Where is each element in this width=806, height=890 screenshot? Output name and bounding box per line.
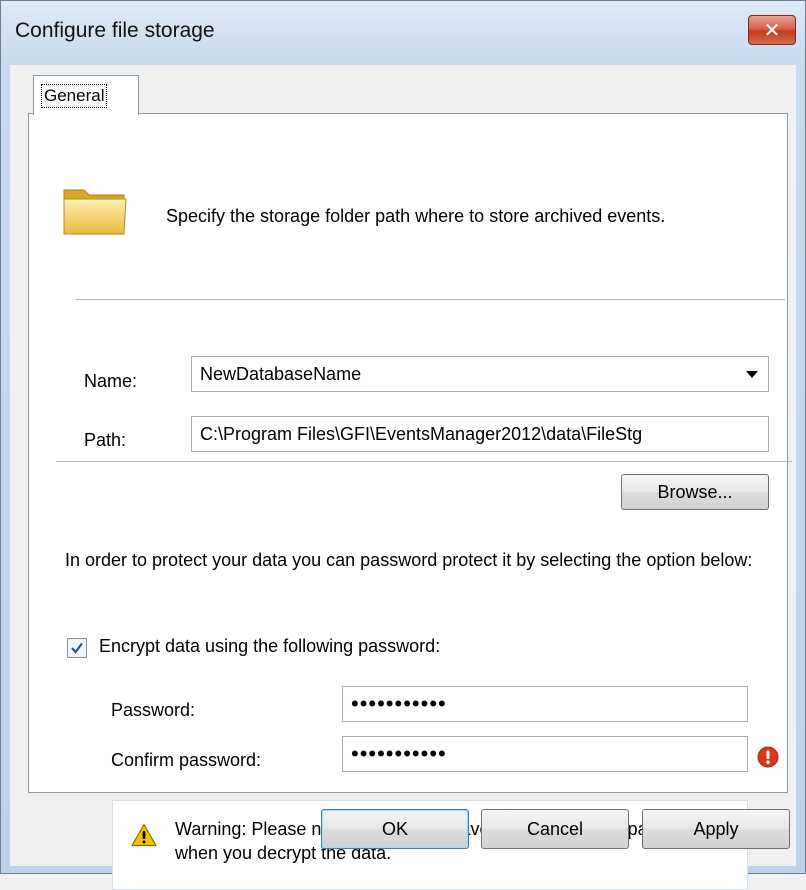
close-icon: ✕ [763, 19, 781, 42]
window-title: Configure file storage [15, 19, 215, 42]
browse-button[interactable]: Browse... [621, 474, 769, 510]
name-combobox[interactable]: NewDatabaseName [191, 356, 769, 392]
password-value: ••••••••••• [351, 691, 447, 716]
separator [56, 461, 792, 462]
tab-general-label: General [41, 84, 108, 108]
name-value: NewDatabaseName [200, 363, 362, 384]
confirm-password-value: ••••••••••• [351, 741, 447, 766]
protect-description: In order to protect your data you can pa… [65, 550, 753, 570]
folder-icon [63, 189, 127, 235]
dialog-client-area: General Specify the storage folder path … [10, 65, 796, 890]
ok-button[interactable]: OK [321, 809, 469, 849]
name-label: Name: [84, 371, 138, 391]
dialog-window: Configure file storage ✕ General Specify… [0, 0, 806, 890]
tab-panel-general: Specify the storage folder path where to… [28, 113, 792, 890]
encrypt-checkbox[interactable] [67, 638, 87, 658]
encrypt-checkbox-label[interactable]: Encrypt data using the following passwor… [99, 636, 440, 657]
warning-icon [131, 823, 157, 847]
intro-text: Specify the storage folder path where to… [166, 206, 666, 226]
password-label: Password: [111, 700, 196, 720]
apply-button[interactable]: Apply [642, 809, 790, 849]
path-label: Path: [84, 430, 127, 450]
cancel-button[interactable]: Cancel [481, 809, 629, 849]
chevron-down-icon[interactable] [746, 371, 758, 378]
close-button[interactable]: ✕ [748, 15, 796, 45]
path-value: C:\Program Files\GFI\EventsManager2012\d… [200, 423, 643, 444]
confirm-password-label: Confirm password: [111, 750, 262, 770]
confirm-password-field[interactable]: ••••••••••• [342, 736, 748, 772]
tab-general[interactable]: General [33, 75, 139, 115]
password-field[interactable]: ••••••••••• [342, 686, 748, 722]
checkmark-icon [71, 642, 83, 654]
error-icon [757, 746, 779, 768]
title-bar[interactable]: Configure file storage ✕ [1, 1, 805, 65]
separator [76, 299, 785, 300]
path-input[interactable]: C:\Program Files\GFI\EventsManager2012\d… [191, 416, 769, 452]
